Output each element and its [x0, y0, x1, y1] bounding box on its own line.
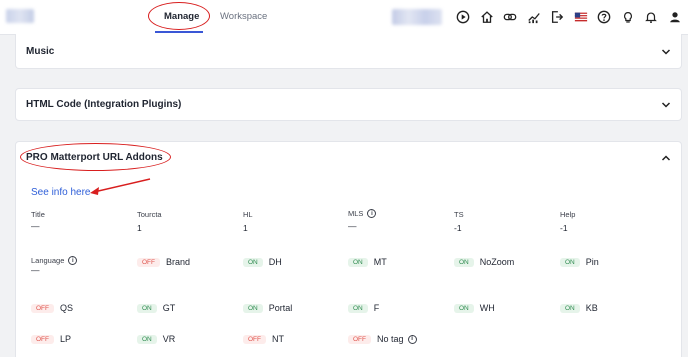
html-code-panel[interactable]: HTML Code (Integration Plugins)	[15, 88, 682, 121]
toggle-wh[interactable]: ON WH	[454, 303, 495, 313]
toggle-dh[interactable]: ON DH	[243, 257, 282, 267]
toggle-lp[interactable]: OFF LP	[31, 334, 71, 344]
field-label-mls: MLS i	[348, 209, 377, 218]
toggle-label: LP	[60, 334, 72, 344]
field-label-help: Help	[560, 210, 576, 219]
toggle-label: KB	[585, 303, 598, 313]
toggle-state-badge[interactable]: ON	[243, 257, 263, 267]
toggle-state-badge[interactable]: ON	[348, 257, 368, 267]
toolbar-icons	[455, 9, 688, 25]
toggle-label: Brand	[166, 257, 191, 267]
toggle-state-badge[interactable]: OFF	[243, 334, 266, 344]
link-icon[interactable]	[502, 9, 518, 25]
toggle-state-badge[interactable]: ON	[348, 303, 368, 313]
toggle-label: Pin	[585, 257, 599, 267]
chevron-down-icon[interactable]	[661, 47, 671, 57]
toggle-brand[interactable]: OFF Brand	[137, 257, 190, 267]
toggle-state-badge[interactable]: ON	[454, 303, 474, 313]
toggle-nozoom[interactable]: ON NoZoom	[454, 257, 514, 267]
bell-icon[interactable]	[643, 9, 659, 25]
pro-addons-panel: PRO Matterport URL Addons	[15, 141, 682, 357]
info-icon[interactable]: i	[367, 209, 377, 218]
toggle-label: NT	[272, 334, 284, 344]
lightbulb-icon[interactable]	[620, 9, 636, 25]
field-value-hl[interactable]: 1	[243, 223, 248, 233]
toggle-label: MT	[373, 257, 387, 267]
toggle-gt[interactable]: ON GT	[137, 303, 175, 313]
field-value-tourcta[interactable]: 1	[137, 223, 142, 233]
field-label-hl: HL	[243, 210, 253, 219]
logo[interactable]	[6, 9, 34, 23]
toggle-label: DH	[268, 257, 282, 267]
field-label-ts: TS	[454, 210, 464, 219]
toggle-nt[interactable]: OFF NT	[243, 334, 284, 344]
us-flag-icon[interactable]	[573, 9, 589, 25]
pro-addons-panel-title: PRO Matterport URL Addons	[26, 152, 163, 163]
tab-manage[interactable]: Manage	[164, 11, 199, 22]
chevron-up-icon[interactable]	[661, 153, 671, 163]
toggle-portal[interactable]: ON Portal	[243, 303, 292, 313]
toggle-no-tag[interactable]: OFF No tag i	[348, 334, 417, 344]
field-value-language[interactable]: —	[31, 265, 40, 275]
toggle-state-badge[interactable]: OFF	[31, 303, 54, 313]
info-icon[interactable]: i	[68, 256, 78, 265]
toggle-label: F	[373, 303, 380, 313]
toggle-state-badge[interactable]: ON	[137, 303, 157, 313]
user-name-blurred[interactable]	[392, 9, 442, 25]
top-navigation-bar: Manage Workspace	[0, 0, 688, 35]
tab-workspace[interactable]: Workspace	[220, 11, 267, 22]
toggle-label: WH	[479, 303, 495, 313]
active-tab-indicator	[155, 31, 203, 33]
field-value-ts[interactable]: -1	[454, 223, 462, 233]
play-icon[interactable]	[455, 9, 471, 25]
toggle-state-badge[interactable]: OFF	[31, 334, 54, 344]
toggle-qs[interactable]: OFF QS	[31, 303, 73, 313]
toggle-label: No tag i	[377, 334, 417, 344]
toggle-state-badge[interactable]: ON	[454, 257, 474, 267]
field-value-title[interactable]: —	[31, 221, 40, 231]
toggle-label: GT	[162, 303, 176, 313]
field-label-tourcta: Tourcta	[137, 210, 162, 219]
toggle-state-badge[interactable]: ON	[560, 257, 580, 267]
help-icon[interactable]	[596, 9, 612, 25]
music-panel[interactable]: Music	[15, 34, 682, 69]
field-value-mls[interactable]: —	[348, 221, 357, 231]
toggle-label: VR	[162, 334, 176, 344]
toggle-state-badge[interactable]: ON	[560, 303, 580, 313]
toggle-state-badge[interactable]: ON	[243, 303, 263, 313]
toggle-vr[interactable]: ON VR	[137, 334, 175, 344]
toggle-pin[interactable]: ON Pin	[560, 257, 599, 267]
toggle-label: QS	[60, 303, 74, 313]
field-label-title: Title	[31, 210, 45, 219]
info-icon[interactable]: i	[407, 334, 417, 344]
chevron-down-icon[interactable]	[661, 100, 671, 110]
html-code-panel-title: HTML Code (Integration Plugins)	[26, 99, 182, 110]
field-value-help[interactable]: -1	[560, 223, 568, 233]
toggle-label: Portal	[268, 303, 293, 313]
home-icon[interactable]	[479, 9, 495, 25]
toggle-state-badge[interactable]: OFF	[348, 334, 371, 344]
toggle-f[interactable]: ON F	[348, 303, 379, 313]
see-info-link[interactable]: See info here	[31, 187, 91, 198]
toggle-kb[interactable]: ON KB	[560, 303, 598, 313]
toggle-state-badge[interactable]: OFF	[137, 257, 160, 267]
toggle-state-badge[interactable]: ON	[137, 334, 157, 344]
chart-icon[interactable]	[526, 9, 542, 25]
toggle-mt[interactable]: ON MT	[348, 257, 387, 267]
account-icon[interactable]	[667, 9, 683, 25]
music-panel-title: Music	[26, 46, 55, 57]
annotation-arrow-icon	[90, 178, 151, 195]
toggle-label: NoZoom	[479, 257, 515, 267]
export-icon[interactable]	[549, 9, 565, 25]
field-label-language: Language i	[31, 256, 78, 265]
